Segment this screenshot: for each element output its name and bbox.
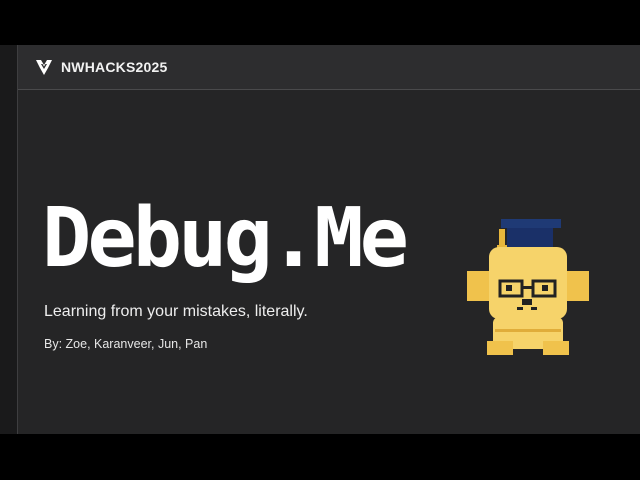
presentation-window: NWHACKS2025 Debug.Me Learning from your … [0, 45, 640, 434]
page-title: Debug.Me [42, 191, 409, 286]
pixel-dog-graduation-cap-icon [467, 219, 589, 355]
brand-name[interactable]: NWHACKS2025 [61, 59, 167, 75]
left-sidebar-strip [0, 45, 18, 434]
top-header-bar: NWHACKS2025 [18, 45, 640, 90]
page-subtitle: Learning from your mistakes, literally. [44, 303, 308, 320]
nwhacks-logo-icon[interactable] [35, 58, 53, 76]
bottom-letterbox [0, 434, 640, 480]
author-byline: By: Zoe, Karanveer, Jun, Pan [44, 337, 208, 351]
